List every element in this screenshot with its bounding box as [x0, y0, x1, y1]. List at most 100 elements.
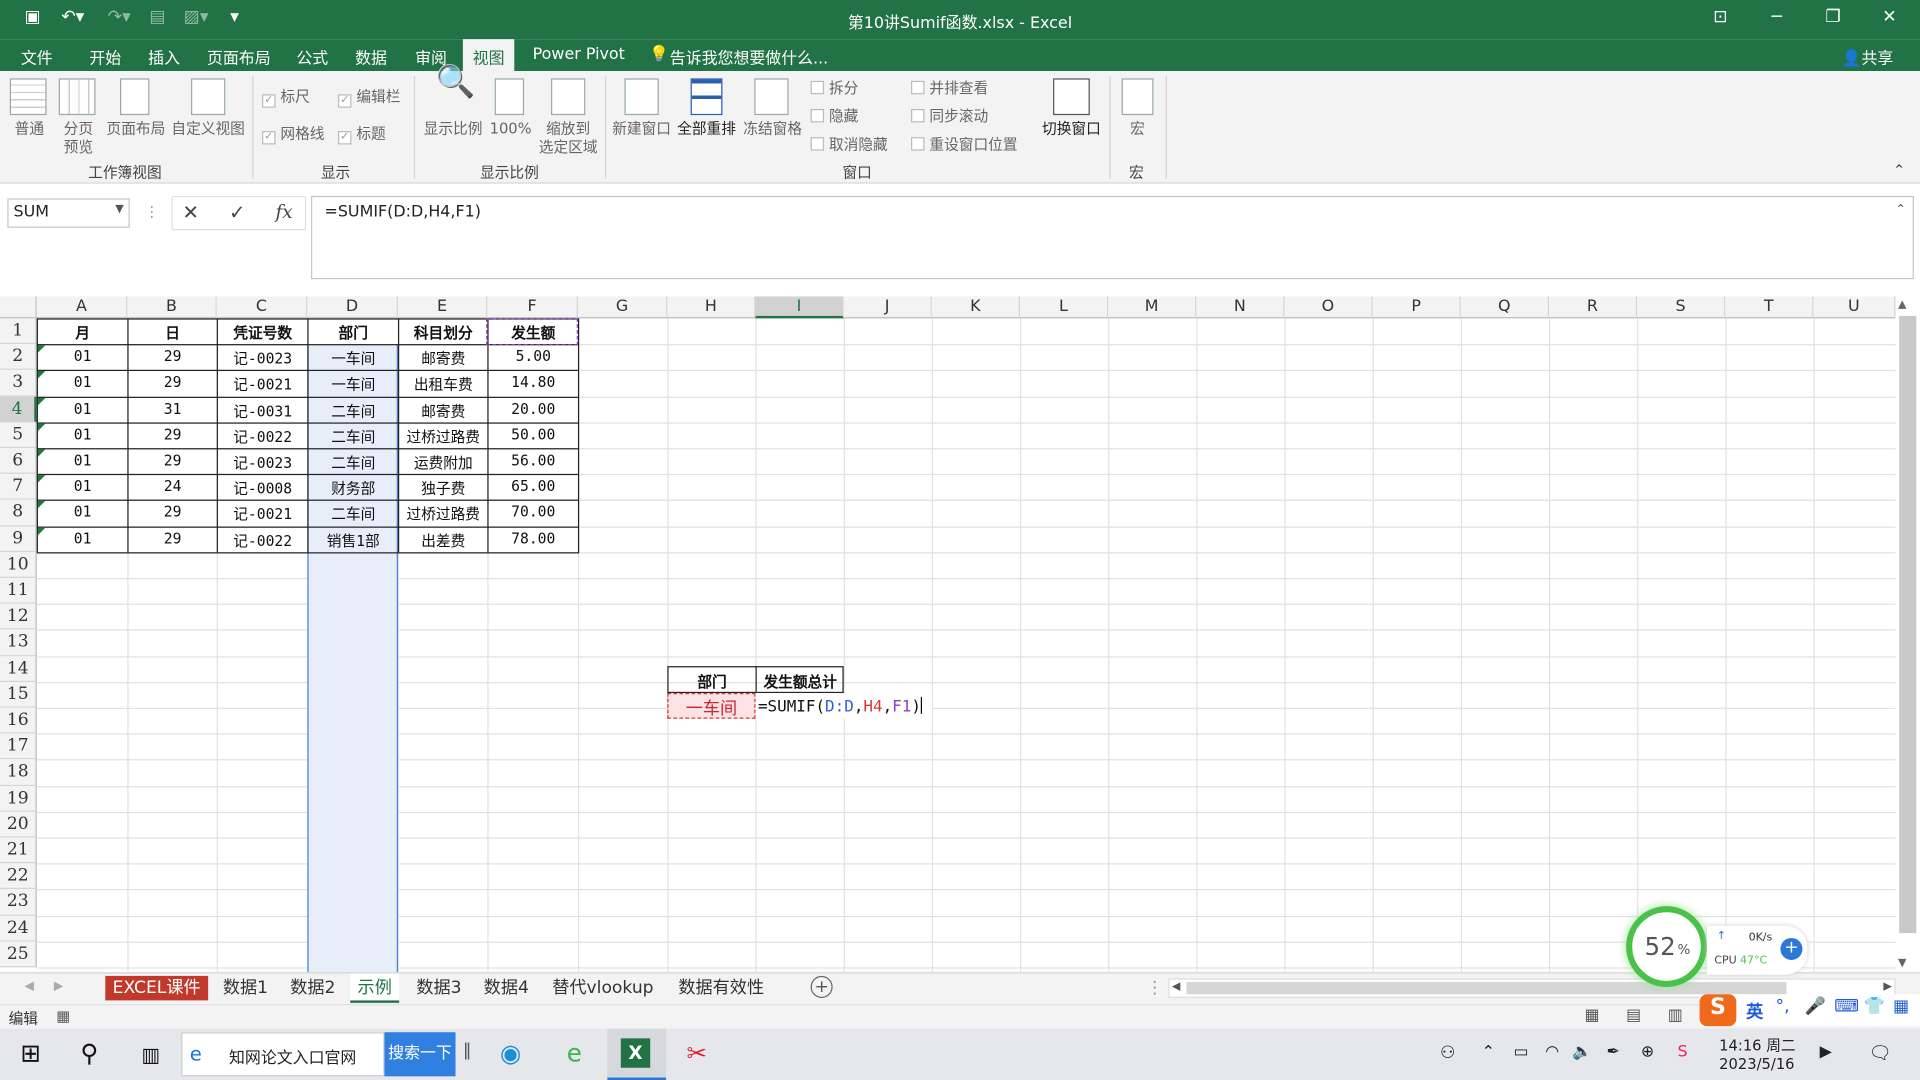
table-cell[interactable]: 二车间 — [309, 400, 398, 421]
table-cell[interactable]: 出差费 — [399, 530, 487, 551]
table-cell[interactable]: 29 — [129, 504, 217, 521]
tab-data[interactable]: 数据 — [355, 45, 387, 68]
table-cell[interactable]: 记-0023 — [218, 452, 307, 473]
table-cell[interactable]: 二车间 — [309, 452, 398, 473]
worksheet-grid[interactable]: ABCDEFGHIJKLMNOPQRSTU 1 2 3 4 5 6 7 8 9 10 11 12 13 1… — [0, 296, 1896, 973]
skin-icon[interactable]: 👕 — [1864, 997, 1885, 1017]
tray-expand-icon[interactable]: ⌃ — [1482, 1043, 1495, 1061]
table-header-cell[interactable]: 日 — [129, 322, 217, 343]
insert-function-icon[interactable]: fx — [276, 201, 293, 223]
table-cell[interactable]: 记-0022 — [218, 426, 307, 447]
add-sheet-icon[interactable]: + — [810, 975, 833, 998]
row-header-5[interactable]: 5 — [0, 422, 37, 449]
table-cell[interactable]: 14.80 — [489, 374, 578, 391]
table-cell[interactable]: 01 — [38, 400, 127, 417]
zoom-selection-button[interactable]: 缩放到 选定区域 — [534, 120, 603, 157]
table-cell[interactable]: 20.00 — [489, 400, 578, 417]
notification-icon[interactable]: 🗨 — [1869, 1042, 1892, 1064]
cancel-icon[interactable]: ✕ — [182, 201, 198, 224]
table-cell[interactable]: 过桥过路费 — [399, 426, 487, 447]
row-header-1[interactable]: 1 — [0, 318, 37, 345]
row-header-20[interactable]: 20 — [0, 811, 37, 838]
select-all-corner[interactable] — [0, 296, 37, 319]
chevron-down-icon[interactable]: ▼ — [115, 203, 123, 215]
ribbon-display-icon[interactable]: ⊡ — [1702, 7, 1739, 27]
keyboard-icon[interactable]: ⌨ — [1834, 997, 1859, 1017]
normal-view-button[interactable]: 普通 — [7, 120, 51, 138]
normal-view-status-icon[interactable]: ▦ — [1584, 1007, 1599, 1025]
memory-gauge[interactable]: 52% — [1626, 906, 1707, 987]
new-window-button[interactable]: 新建窗口 — [610, 120, 674, 138]
column-header-a[interactable]: A — [36, 296, 128, 319]
custom-view-button[interactable]: 自定义视图 — [169, 120, 247, 138]
macros-button[interactable]: 宏 — [1117, 120, 1159, 138]
table-cell[interactable]: 24 — [129, 478, 217, 495]
column-header-s[interactable]: S — [1637, 296, 1726, 319]
ie-green-icon[interactable]: e — [556, 1038, 593, 1067]
column-header-o[interactable]: O — [1284, 296, 1373, 319]
row-header-11[interactable]: 11 — [0, 577, 37, 604]
row-header-18[interactable]: 18 — [0, 759, 37, 786]
column-header-l[interactable]: L — [1020, 296, 1109, 319]
split-button[interactable]: 拆分 — [810, 80, 858, 98]
column-header-e[interactable]: E — [397, 296, 488, 319]
table-cell[interactable]: 70.00 — [489, 504, 578, 521]
row-header-8[interactable]: 8 — [0, 500, 37, 527]
table-cell[interactable]: 二车间 — [309, 504, 398, 525]
headings-checkbox[interactable]: ✓ 标题 — [337, 125, 386, 145]
row-header-21[interactable]: 21 — [0, 837, 37, 864]
media-icon[interactable]: ▶ — [1820, 1043, 1832, 1061]
row-header-7[interactable]: 7 — [0, 474, 37, 501]
gridlines-checkbox[interactable]: ✓ 网格线 — [262, 125, 325, 145]
horizontal-scroll-thumb[interactable] — [1186, 982, 1787, 995]
table-cell[interactable]: 78.00 — [489, 530, 578, 547]
column-header-q[interactable]: Q — [1460, 296, 1549, 319]
zoom-100-button[interactable]: 100% — [487, 120, 534, 138]
table-cell[interactable]: 29 — [129, 426, 217, 443]
tab-page-layout[interactable]: 页面布局 — [207, 45, 271, 68]
table-cell[interactable]: 记-0022 — [218, 530, 307, 551]
table-cell[interactable]: 邮寄费 — [399, 348, 487, 369]
ime-tray-icon[interactable]: ⊕ — [1641, 1043, 1654, 1061]
table-cell[interactable]: 一车间 — [309, 348, 398, 369]
table-cell[interactable]: 记-0021 — [218, 374, 307, 395]
wifi-icon[interactable]: ◠ — [1545, 1043, 1559, 1061]
row-header-14[interactable]: 14 — [0, 655, 37, 682]
page-layout-status-icon[interactable]: ▤ — [1626, 1007, 1641, 1025]
row-header-3[interactable]: 3 — [0, 370, 37, 397]
column-header-t[interactable]: T — [1725, 296, 1814, 319]
table-cell[interactable]: 记-0031 — [218, 400, 307, 421]
row-header-17[interactable]: 17 — [0, 733, 37, 760]
column-header-n[interactable]: N — [1196, 296, 1285, 319]
table-cell[interactable]: 31 — [129, 400, 217, 417]
clock-date[interactable]: 2023/5/16 — [1719, 1056, 1794, 1073]
restore-icon[interactable]: ❐ — [1815, 7, 1852, 27]
minimize-icon[interactable]: ─ — [1758, 7, 1795, 27]
row-header-10[interactable]: 10 — [0, 551, 37, 578]
punctuation-icon[interactable]: °, — [1776, 997, 1790, 1017]
column-header-p[interactable]: P — [1372, 296, 1461, 319]
arrange-all-button[interactable]: 全部重排 — [673, 120, 739, 138]
share-button[interactable]: 👤共享 — [1842, 45, 1894, 68]
expand-formula-icon[interactable]: ⌃ — [1896, 203, 1906, 216]
volume-icon[interactable]: 🔈 — [1572, 1043, 1592, 1061]
row-header-24[interactable]: 24 — [0, 915, 37, 942]
table-cell[interactable]: 记-0023 — [218, 348, 307, 369]
next-sheet-icon[interactable]: ▶ — [54, 980, 63, 993]
column-header-c[interactable]: C — [216, 296, 308, 319]
page-layout-button[interactable]: 页面布局 — [103, 120, 169, 138]
row-header-22[interactable]: 22 — [0, 863, 37, 890]
scroll-down-icon[interactable]: ▼ — [1898, 958, 1906, 970]
sheet-tab-data2[interactable]: 数据2 — [283, 976, 343, 1000]
search-go-button[interactable]: 搜索一下 — [384, 1032, 456, 1077]
scroll-up-icon[interactable]: ▲ — [1898, 299, 1906, 311]
battery-icon[interactable]: ▭ — [1513, 1043, 1528, 1061]
table-cell[interactable]: 邮寄费 — [399, 400, 487, 421]
column-header-h[interactable]: H — [667, 296, 756, 319]
row-header-15[interactable]: 15 — [0, 681, 37, 708]
clock-time[interactable]: 14:16 周二 — [1719, 1035, 1795, 1056]
column-header-j[interactable]: J — [843, 296, 932, 319]
enter-icon[interactable]: ✓ — [229, 201, 245, 224]
sheet-tab-data1[interactable]: 数据1 — [216, 976, 276, 1000]
column-header-k[interactable]: K — [931, 296, 1021, 319]
